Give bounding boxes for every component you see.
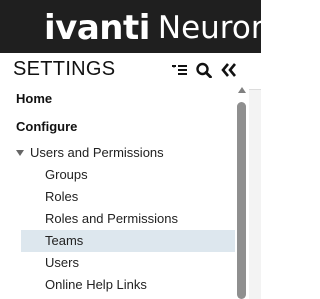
nav-home[interactable]: Home xyxy=(0,88,236,110)
nav-item-online-help-links[interactable]: Online Help Links xyxy=(0,274,236,296)
nav-item-roles-and-permissions[interactable]: Roles and Permissions xyxy=(0,208,236,230)
nav-item-roles[interactable]: Roles xyxy=(0,186,236,208)
settings-panel: SETTINGS Home Configure Users and Permis… xyxy=(0,53,261,299)
content-edge xyxy=(249,89,261,299)
settings-header: SETTINGS xyxy=(0,53,261,85)
nav-item-users[interactable]: Users xyxy=(0,252,236,274)
settings-title: SETTINGS xyxy=(13,58,116,80)
nav-item-teams[interactable]: Teams xyxy=(21,230,235,252)
product-name: Neurons xyxy=(157,10,261,46)
divider xyxy=(249,89,261,90)
double-chevron-left-icon[interactable] xyxy=(220,62,238,78)
nav-scrollbar[interactable] xyxy=(236,87,248,299)
scrollbar-thumb[interactable] xyxy=(237,102,246,299)
nav-group-label: Users and Permissions xyxy=(30,145,164,160)
ivanti-logo: ivanti xyxy=(44,8,150,48)
caret-down-icon xyxy=(16,149,24,156)
nav-group-users-and-permissions[interactable]: Users and Permissions xyxy=(0,142,236,164)
nav-configure[interactable]: Configure xyxy=(0,116,236,138)
top-bar: ivantiNeurons xyxy=(0,0,261,53)
nav-item-groups[interactable]: Groups xyxy=(0,164,236,186)
search-icon[interactable] xyxy=(195,62,213,79)
scroll-up-arrow-icon[interactable] xyxy=(238,87,246,93)
list-collapse-icon[interactable] xyxy=(171,62,189,78)
brand-logo[interactable]: ivantiNeurons xyxy=(44,6,261,50)
